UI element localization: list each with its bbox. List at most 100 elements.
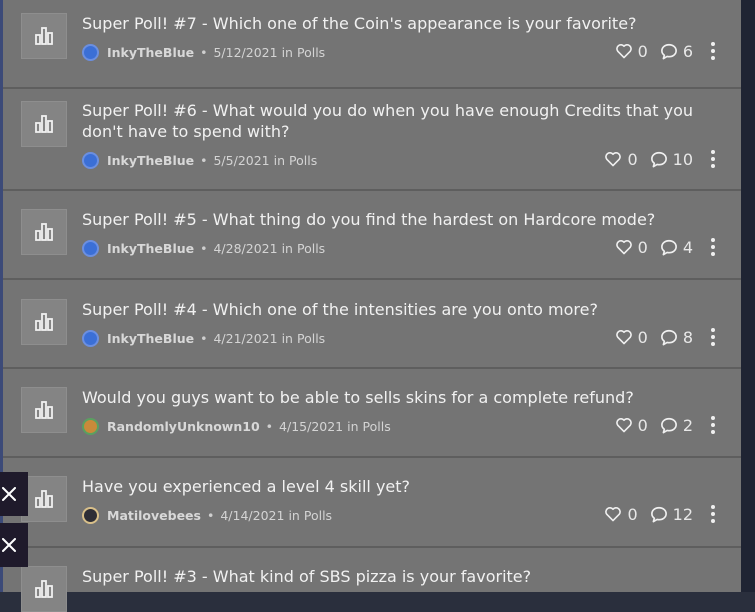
comment-count: 2 [682, 415, 693, 435]
meta-separator: • [200, 330, 208, 346]
heart-icon [615, 240, 632, 255]
like-button[interactable]: 0 [604, 504, 638, 524]
meta-separator: • [265, 418, 274, 434]
post-item[interactable]: Super Poll! #5 - What thing do you find … [3, 191, 741, 280]
comment-button[interactable]: 6 [660, 42, 693, 61]
post-date: 5/5/2021 [213, 152, 270, 168]
in-label: in [273, 152, 286, 168]
meta-separator: • [200, 240, 208, 256]
comment-icon [660, 417, 677, 433]
close-button[interactable] [0, 472, 28, 516]
category-link[interactable]: Polls [289, 153, 317, 168]
author-link[interactable]: InkyTheBlue [107, 331, 194, 346]
kebab-menu-icon[interactable] [705, 42, 721, 60]
like-count: 0 [637, 327, 648, 347]
post-meta: InkyTheBlue • 4/28/2021 in Polls [82, 239, 325, 257]
post-date: 4/21/2021 [213, 330, 278, 346]
post-meta: InkyTheBlue • 5/12/2021 in Polls [82, 43, 325, 61]
comment-button[interactable]: 10 [650, 150, 693, 169]
poll-chart-icon [21, 13, 67, 59]
comment-icon [650, 151, 667, 167]
comment-icon [660, 239, 677, 255]
post-stats: 0 6 [615, 41, 721, 61]
avatar[interactable] [82, 43, 99, 61]
post-item[interactable]: Super Poll! #3 - What kind of SBS pizza … [3, 548, 741, 612]
meta-separator: • [206, 507, 215, 523]
like-count: 0 [637, 415, 648, 435]
kebab-menu-icon[interactable] [705, 238, 721, 256]
close-icon [2, 538, 16, 552]
like-button[interactable]: 0 [615, 238, 648, 257]
category-link[interactable]: Polls [297, 45, 325, 60]
comment-button[interactable]: 2 [660, 416, 693, 435]
post-item[interactable]: Super Poll! #4 - Which one of the intens… [3, 280, 741, 369]
comment-count: 8 [682, 327, 693, 347]
post-item[interactable]: Super Poll! #7 - Which one of the Coin's… [3, 0, 741, 89]
author-link[interactable]: InkyTheBlue [107, 153, 194, 168]
avatar[interactable] [82, 239, 99, 257]
heart-icon [605, 152, 622, 167]
category-link[interactable]: Polls [304, 508, 332, 523]
post-feed: Super Poll! #7 - Which one of the Coin's… [3, 0, 741, 612]
in-label: in [347, 418, 359, 434]
in-label: in [281, 330, 293, 346]
post-title[interactable]: Have you experienced a level 4 skill yet… [82, 476, 702, 497]
comment-icon [660, 43, 677, 59]
comment-icon [660, 329, 677, 345]
author-link[interactable]: InkyTheBlue [107, 45, 194, 60]
like-count: 0 [637, 237, 648, 257]
like-button[interactable]: 0 [604, 150, 638, 169]
post-meta: InkyTheBlue • 5/5/2021 in Polls [82, 151, 317, 169]
poll-chart-icon [21, 101, 67, 147]
meta-separator: • [200, 152, 208, 168]
post-item[interactable]: Super Poll! #6 - What would you do when … [3, 89, 741, 191]
kebab-menu-icon[interactable] [705, 150, 721, 168]
comment-button[interactable]: 12 [650, 505, 693, 524]
post-title[interactable]: Super Poll! #7 - Which one of the Coin's… [82, 13, 702, 34]
poll-chart-icon [21, 209, 67, 255]
kebab-menu-icon[interactable] [705, 328, 721, 346]
like-button[interactable]: 0 [615, 416, 648, 435]
comment-button[interactable]: 8 [660, 328, 693, 347]
avatar[interactable] [82, 329, 99, 347]
post-date: 4/14/2021 [220, 507, 285, 523]
like-count: 0 [637, 41, 648, 61]
comment-count: 4 [682, 237, 693, 257]
comment-count: 12 [672, 504, 693, 524]
heart-icon [615, 418, 632, 433]
post-meta: RandomlyUnknown10 • 4/15/2021 in Polls [82, 417, 391, 435]
avatar[interactable] [82, 506, 99, 524]
post-item[interactable]: Have you experienced a level 4 skill yet… [3, 458, 741, 548]
author-link[interactable]: InkyTheBlue [107, 241, 194, 256]
post-title[interactable]: Would you guys want to be able to sells … [82, 387, 702, 408]
heart-icon [605, 507, 622, 522]
post-title[interactable]: Super Poll! #6 - What would you do when … [82, 100, 702, 142]
avatar[interactable] [82, 151, 99, 169]
like-button[interactable]: 0 [615, 328, 648, 347]
background-edge-right [741, 0, 755, 592]
post-title[interactable]: Super Poll! #5 - What thing do you find … [82, 209, 702, 230]
post-date: 4/28/2021 [213, 240, 278, 256]
close-button[interactable] [0, 523, 28, 567]
post-title[interactable]: Super Poll! #3 - What kind of SBS pizza … [82, 566, 702, 587]
post-stats: 0 12 [604, 504, 721, 524]
category-link[interactable]: Polls [363, 419, 391, 434]
author-link[interactable]: Matilovebees [107, 508, 201, 523]
comment-count: 10 [672, 149, 693, 169]
post-item[interactable]: Would you guys want to be able to sells … [3, 369, 741, 458]
kebab-menu-icon[interactable] [705, 505, 721, 523]
category-link[interactable]: Polls [297, 331, 325, 346]
in-label: in [281, 44, 293, 60]
like-button[interactable]: 0 [615, 42, 648, 61]
kebab-menu-icon[interactable] [705, 416, 721, 434]
in-label: in [281, 240, 293, 256]
post-stats: 0 8 [615, 327, 721, 347]
avatar[interactable] [82, 417, 99, 435]
comment-button[interactable]: 4 [660, 238, 693, 257]
category-link[interactable]: Polls [297, 241, 325, 256]
like-count: 0 [627, 504, 638, 524]
post-title[interactable]: Super Poll! #4 - Which one of the intens… [82, 299, 702, 320]
in-label: in [288, 507, 300, 523]
author-link[interactable]: RandomlyUnknown10 [107, 419, 260, 434]
post-stats: 0 4 [615, 237, 721, 257]
